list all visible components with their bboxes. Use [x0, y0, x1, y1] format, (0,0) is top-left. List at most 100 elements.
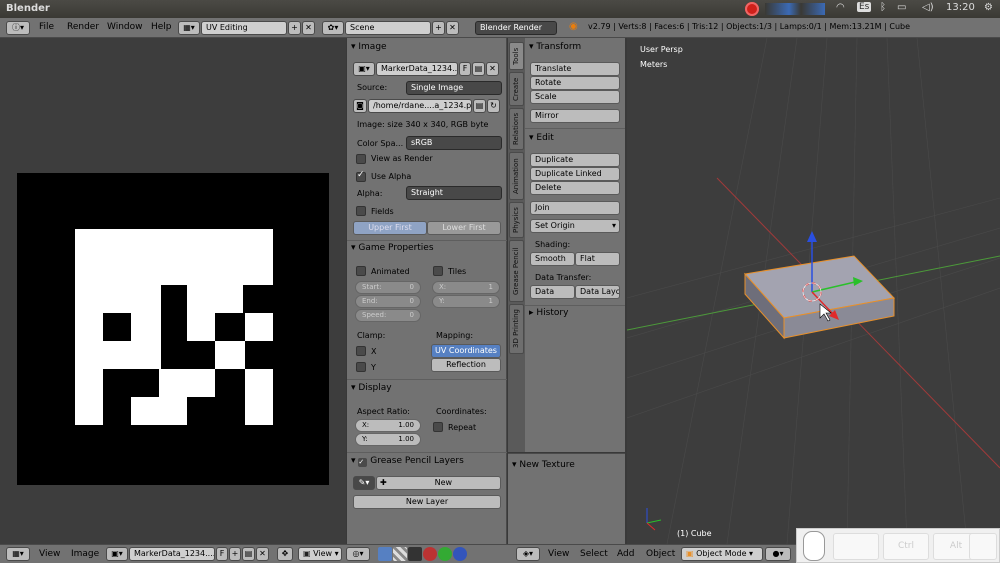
uv-menu-image[interactable]: Image	[71, 549, 99, 559]
scene-icon[interactable]: ✿▾	[322, 21, 344, 35]
object-mode-dropdown[interactable]: ▣ Object Mode ▾	[681, 547, 763, 561]
tab-grease-pencil[interactable]: Grease Pencil	[509, 240, 524, 302]
editor-type-info-icon[interactable]: ⓘ▾	[6, 21, 30, 35]
uv-fake-user-button[interactable]: F	[216, 547, 228, 561]
fields-checkbox[interactable]	[356, 206, 366, 216]
new-texture-header[interactable]: ▾ New Texture	[512, 460, 575, 470]
game-properties-header[interactable]: ▾ Game Properties	[351, 243, 434, 253]
image-name-field[interactable]: MarkerData_1234....	[376, 62, 458, 76]
join-button[interactable]: Join	[530, 201, 620, 215]
pack-image-icon[interactable]: ◙	[353, 99, 367, 113]
tab-animation[interactable]: Animation	[509, 152, 524, 200]
uv-image-editor[interactable]	[0, 38, 346, 544]
clamp-x-checkbox[interactable]	[356, 346, 366, 356]
clock[interactable]: 13:20	[946, 2, 975, 13]
repeat-checkbox[interactable]	[433, 422, 443, 432]
tab-3d-printing[interactable]: 3D Printing	[509, 304, 524, 354]
remove-scene-icon[interactable]: ✕	[446, 21, 459, 35]
aspect-y-field[interactable]: Y: 1.00	[355, 433, 421, 446]
translate-button[interactable]: Translate	[530, 62, 620, 76]
upper-first-button[interactable]: Upper First	[353, 221, 427, 235]
volume-icon[interactable]: ◁)	[922, 2, 934, 13]
start-frame-field[interactable]: Start: 0	[355, 281, 421, 294]
editor-type-uv-icon[interactable]: ▦▾	[6, 547, 30, 561]
pivot-icon[interactable]: ◎▾	[346, 547, 370, 561]
add-layout-icon[interactable]: +	[288, 21, 301, 35]
bluetooth-icon[interactable]: ᛒ	[880, 2, 886, 13]
screen-layout-icon[interactable]: ▦▾	[178, 21, 200, 35]
history-header[interactable]: ▸ History	[529, 308, 568, 318]
grease-pencil-header[interactable]: ▾ ✓ Grease Pencil Layers	[351, 456, 464, 467]
tiles-checkbox[interactable]	[433, 266, 443, 276]
v3d-menu-view[interactable]: View	[548, 549, 569, 559]
data-button[interactable]: Data	[530, 285, 575, 299]
v3d-menu-add[interactable]: Add	[617, 549, 634, 559]
smooth-button[interactable]: Smooth	[530, 252, 575, 266]
uv-image-name-field[interactable]: MarkerData_1234....	[129, 547, 215, 561]
transform-header[interactable]: ▾ Transform	[529, 42, 581, 52]
add-scene-icon[interactable]: +	[432, 21, 445, 35]
image-browse-icon[interactable]: ▣▾	[353, 62, 375, 76]
end-frame-field[interactable]: End: 0	[355, 295, 421, 308]
duplicate-button[interactable]: Duplicate	[530, 153, 620, 167]
unlink-image-icon[interactable]: ✕	[486, 62, 499, 76]
fake-user-button[interactable]: F	[459, 62, 471, 76]
open-image-icon[interactable]: ▤	[472, 62, 485, 76]
menu-render[interactable]: Render	[67, 22, 99, 32]
delete-button[interactable]: Delete	[530, 181, 620, 195]
screen-layout-field[interactable]: UV Editing	[201, 21, 287, 35]
uv-open-image-icon[interactable]: ▤	[242, 547, 255, 561]
pencil-icon[interactable]: ✎▾	[353, 476, 375, 490]
menu-window[interactable]: Window	[107, 22, 143, 32]
editor-type-3d-icon[interactable]: ◈▾	[516, 547, 540, 561]
tiles-y-field[interactable]: Y: 1	[432, 295, 500, 308]
uv-coordinates-button[interactable]: UV Coordinates	[431, 344, 501, 358]
scale-button[interactable]: Scale	[530, 90, 620, 104]
animated-checkbox[interactable]	[356, 266, 366, 276]
set-origin-dropdown[interactable]: Set Origin ▾	[530, 219, 620, 233]
lower-first-button[interactable]: Lower First	[427, 221, 501, 235]
3d-viewport[interactable]: User Persp Meters (1) Cube	[627, 38, 1000, 544]
colorspace-dropdown[interactable]: sRGB	[406, 136, 502, 150]
uv-image-browse-icon[interactable]: ▣▾	[106, 547, 128, 561]
viewport-shading-icon[interactable]: ●▾	[765, 547, 791, 561]
uv-view-mode-dropdown[interactable]: ▣ View ▾	[298, 547, 342, 561]
battery-icon[interactable]: ▭	[897, 2, 906, 13]
mirror-button[interactable]: Mirror	[530, 109, 620, 123]
menu-file[interactable]: File	[39, 22, 54, 32]
aspect-x-field[interactable]: X: 1.00	[355, 419, 421, 432]
uv-unlink-icon[interactable]: ✕	[256, 547, 269, 561]
clamp-y-checkbox[interactable]	[356, 362, 366, 372]
rotate-button[interactable]: Rotate	[530, 76, 620, 90]
tab-tools[interactable]: Tools	[509, 42, 524, 70]
view-as-render-checkbox[interactable]	[356, 154, 366, 164]
language-indicator[interactable]: Es	[857, 2, 872, 12]
tab-physics[interactable]: Physics	[509, 202, 524, 238]
uv-menu-view[interactable]: View	[39, 549, 60, 559]
edit-header[interactable]: ▾ Edit	[529, 133, 554, 143]
render-engine-dropdown[interactable]: Blender Render	[475, 21, 557, 35]
menu-help[interactable]: Help	[151, 22, 172, 32]
display-panel-header[interactable]: ▾ Display	[351, 383, 392, 393]
flat-button[interactable]: Flat	[575, 252, 620, 266]
new-layer-button[interactable]: New Layer	[353, 495, 501, 509]
new-grease-pencil-button[interactable]: ✚ New	[376, 476, 501, 490]
tiles-x-field[interactable]: X: 1	[432, 281, 500, 294]
data-layout-button[interactable]: Data Layo	[575, 285, 620, 299]
source-dropdown[interactable]: Single Image	[406, 81, 502, 95]
v3d-menu-object[interactable]: Object	[646, 549, 675, 559]
image-panel-header[interactable]: ▾ Image	[351, 42, 387, 52]
browse-file-icon[interactable]: ▤	[473, 99, 486, 113]
tab-relations[interactable]: Relations	[509, 108, 524, 150]
record-icon[interactable]	[745, 2, 759, 16]
reload-image-icon[interactable]: ↻	[487, 99, 500, 113]
speed-field[interactable]: Speed: 0	[355, 309, 421, 322]
duplicate-linked-button[interactable]: Duplicate Linked	[530, 167, 620, 181]
scene-field[interactable]: Scene	[345, 21, 431, 35]
display-channels-icons[interactable]	[378, 547, 468, 561]
settings-gear-icon[interactable]: ⚙	[984, 2, 993, 13]
use-alpha-checkbox[interactable]	[356, 170, 366, 182]
v3d-menu-select[interactable]: Select	[580, 549, 608, 559]
remove-layout-icon[interactable]: ✕	[302, 21, 315, 35]
pin-image-icon[interactable]: ✥	[277, 547, 293, 561]
